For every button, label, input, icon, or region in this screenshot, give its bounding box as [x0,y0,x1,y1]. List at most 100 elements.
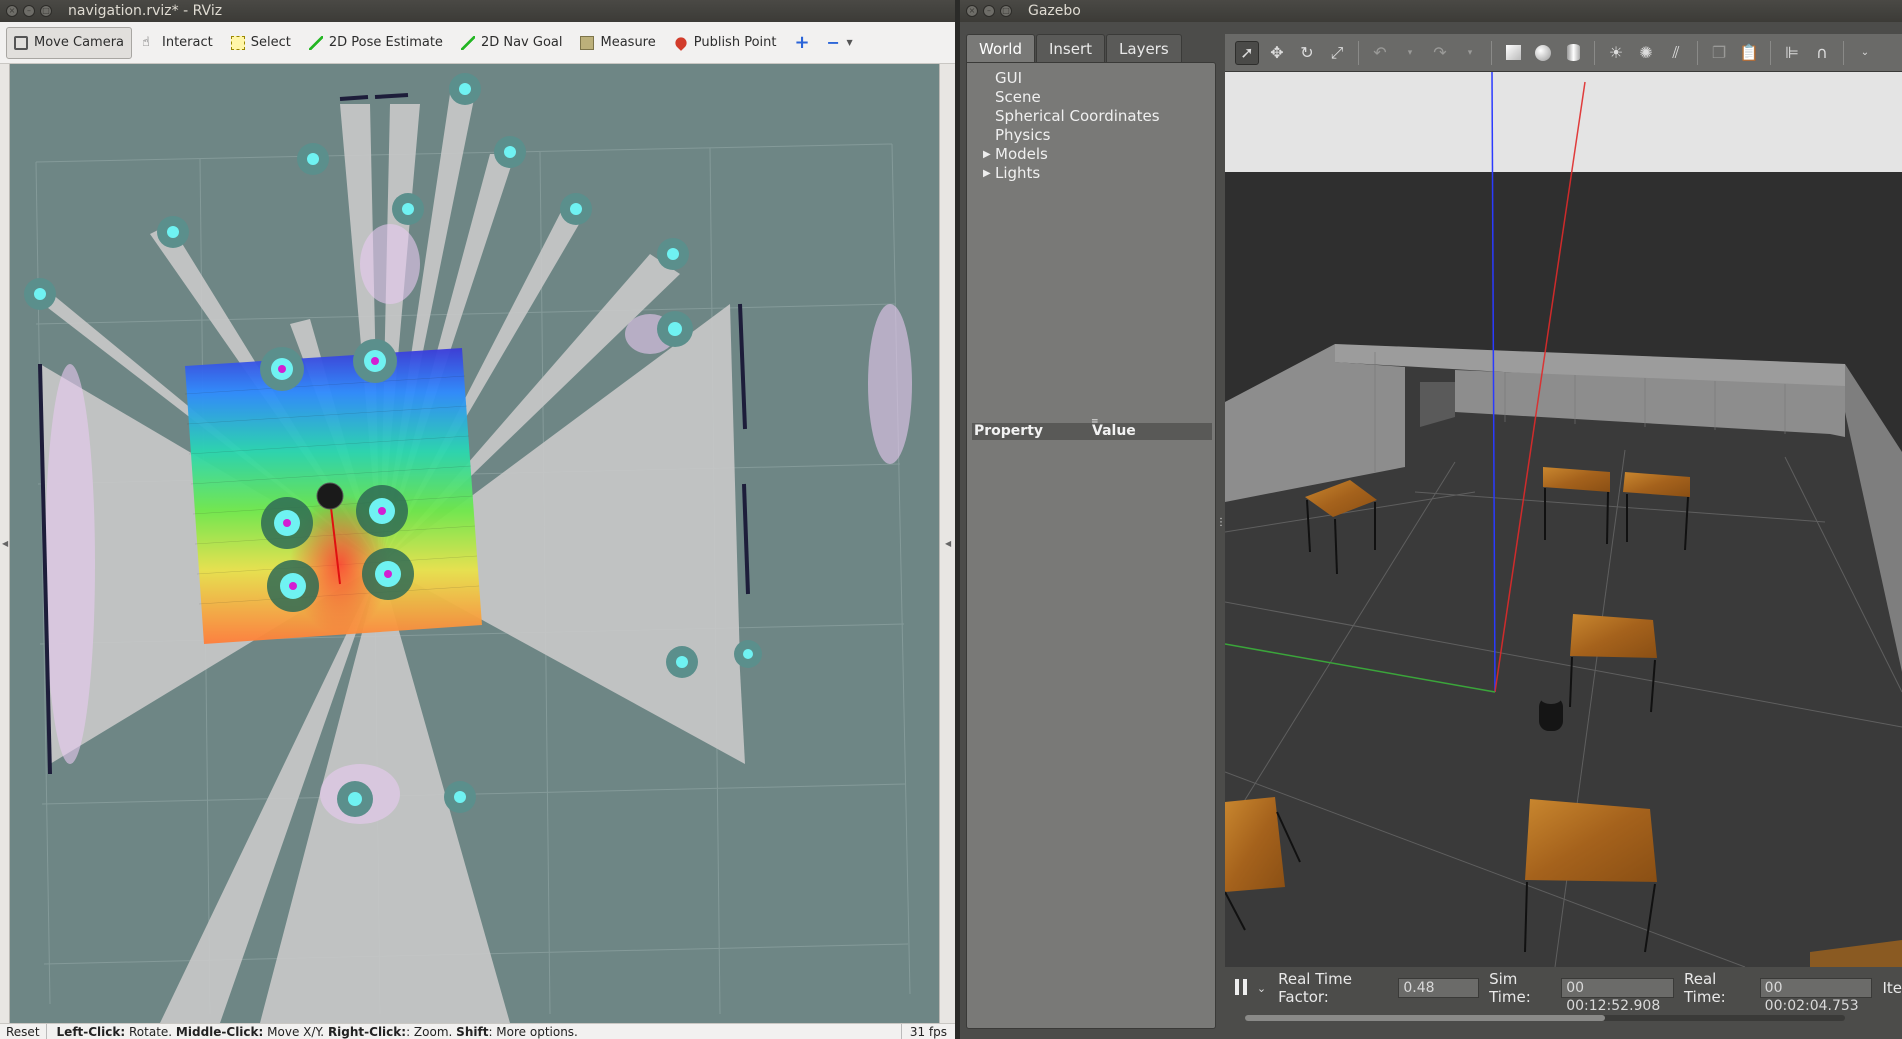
measure-tool[interactable]: Measure [572,27,663,59]
tab-layers[interactable]: Layers [1106,34,1182,62]
scale-mode-button[interactable]: ⤢ [1325,41,1349,65]
toolbar-separator [1358,40,1359,65]
plus-icon: + [794,31,810,53]
remove-tool-button[interactable]: − ▼ [818,27,860,59]
horizontal-scrollbar[interactable] [1245,1015,1845,1021]
obstacle-marker [449,73,481,105]
rviz-right-dock-edge[interactable]: ◀ [939,64,955,1023]
obstacle-marker [337,781,373,817]
robot-model[interactable] [1539,694,1563,731]
dropdown-arrow-icon: ▾ [1407,47,1413,58]
obstacle-marker [392,193,424,225]
translate-mode-button[interactable]: ✥ [1265,41,1289,65]
iterations-label: Ite [1882,979,1902,997]
add-tool-button[interactable]: + [786,27,816,59]
collapse-right-icon[interactable]: ◀ [945,539,951,548]
expand-arrow-icon[interactable]: ▶ [983,145,991,164]
rviz-3d-view[interactable] [10,64,939,1023]
minimize-window-button[interactable]: – [23,5,35,17]
tree-item-gui[interactable]: GUI [995,69,1215,88]
publish-point-label: Publish Point [693,35,777,50]
property-column-header: Property [974,423,1044,439]
maximize-window-button[interactable]: □ [40,5,52,17]
right-resize-handle[interactable]: ⋮ [1898,517,1902,528]
spot-light-button[interactable]: ✺ [1634,41,1658,65]
maximize-window-button[interactable]: □ [1000,5,1012,17]
sphere-shape-button[interactable] [1531,41,1555,65]
close-window-button[interactable]: × [966,5,978,17]
step-icon[interactable]: ⌄ [1257,982,1266,995]
scale-icon: ⤢ [1330,42,1344,62]
align-icon: ⊫ [1785,43,1799,62]
rotate-mode-button[interactable]: ↻ [1295,41,1319,65]
snap-button[interactable]: ∩ [1810,41,1834,65]
pause-button[interactable] [1235,979,1251,997]
gazebo-window-title: Gazebo [1028,3,1081,19]
world-render[interactable] [1225,72,1902,967]
minimize-window-button[interactable]: – [983,5,995,17]
obstacle-marker [353,339,397,383]
align-button[interactable]: ⊫ [1780,41,1804,65]
pin-icon [672,34,689,51]
tab-insert[interactable]: Insert [1036,34,1106,62]
gazebo-toolbar: ➚ ✥ ↻ ⤢ ↶ ▾ ↷ ▾ ☀ ✺ ⫽ ❐ 📋 ⊫ ∩ ⌄ [1225,34,1902,72]
costmap-visualization[interactable] [10,64,939,1023]
rotate-icon: ↻ [1300,43,1314,62]
obstacle-marker [157,216,189,248]
point-light-button[interactable]: ☀ [1604,41,1628,65]
robot-marker[interactable] [316,482,344,510]
close-window-button[interactable]: × [6,5,18,17]
real-time-value: 00 00:02:04.753 [1759,978,1873,1014]
world-tree: GUI Scene Spherical Coordinates Physics … [967,63,1215,183]
tree-item-physics[interactable]: Physics [995,126,1215,145]
nav-goal-tool[interactable]: 2D Nav Goal [453,27,571,59]
toolbar-separator [1697,40,1698,65]
rtf-label: Real Time Factor: [1278,970,1352,1006]
camera-icon [14,35,28,50]
nav-goal-label: 2D Nav Goal [480,35,563,50]
tree-item-scene[interactable]: Scene [995,88,1215,107]
copy-button[interactable]: ❐ [1707,41,1731,65]
publish-point-tool[interactable]: Publish Point [666,27,785,59]
rviz-left-dock-edge[interactable]: ◀ [0,64,10,1023]
toolbar-overflow-button[interactable]: ⌄ [1853,41,1877,65]
tree-item-lights[interactable]: ▶ Lights [983,164,1215,183]
green-arrow-icon [308,35,323,50]
obstacle-marker [267,560,319,612]
select-mode-button[interactable]: ➚ [1235,40,1259,65]
box-shape-button[interactable] [1501,41,1525,65]
reset-button[interactable]: Reset [0,1024,47,1039]
cursor-arrow-icon: ➚ [1240,43,1254,62]
redo-history-button[interactable]: ▾ [1458,41,1482,65]
tree-item-spherical-coordinates[interactable]: Spherical Coordinates [995,107,1215,126]
move-camera-tool[interactable]: Move Camera [6,26,133,59]
gazebo-3d-scene[interactable] [1225,72,1902,967]
expand-arrow-icon[interactable]: ▶ [983,164,991,183]
scrollbar-thumb[interactable] [1245,1015,1605,1021]
world-panel: GUI Scene Spherical Coordinates Physics … [966,62,1216,1029]
undo-history-button[interactable]: ▾ [1398,41,1422,65]
hint-right-val: : Zoom. [406,1024,457,1039]
spotlight-icon: ✺ [1639,43,1653,62]
tree-item-models[interactable]: ▶ Models [983,145,1215,164]
value-column-header: Value [1092,423,1136,439]
pose-estimate-tool[interactable]: 2D Pose Estimate [301,27,451,59]
cylinder-shape-button[interactable] [1561,41,1585,65]
collapse-left-icon[interactable]: ◀ [2,539,8,548]
dropdown-arrow-icon: ▾ [1467,47,1473,58]
move-cross-icon: ✥ [1270,43,1284,62]
gazebo-left-panel: World Insert Layers GUI Scene Spherical … [966,34,1216,1029]
directional-light-button[interactable]: ⫽ [1664,41,1688,65]
select-rect-icon [230,35,245,50]
paste-button[interactable]: 📋 [1737,41,1761,65]
toolbar-separator [1491,40,1492,65]
overflow-icon: ⌄ [1860,47,1870,58]
interact-tool[interactable]: ☝ Interact [134,27,221,59]
undo-button[interactable]: ↶ [1368,41,1392,65]
tree-item-lights-label: Lights [995,164,1041,182]
select-label: Select [250,35,291,50]
tab-world[interactable]: World [966,34,1035,62]
redo-button[interactable]: ↷ [1428,41,1452,65]
select-tool[interactable]: Select [223,27,299,59]
obstacle-marker [444,781,476,813]
